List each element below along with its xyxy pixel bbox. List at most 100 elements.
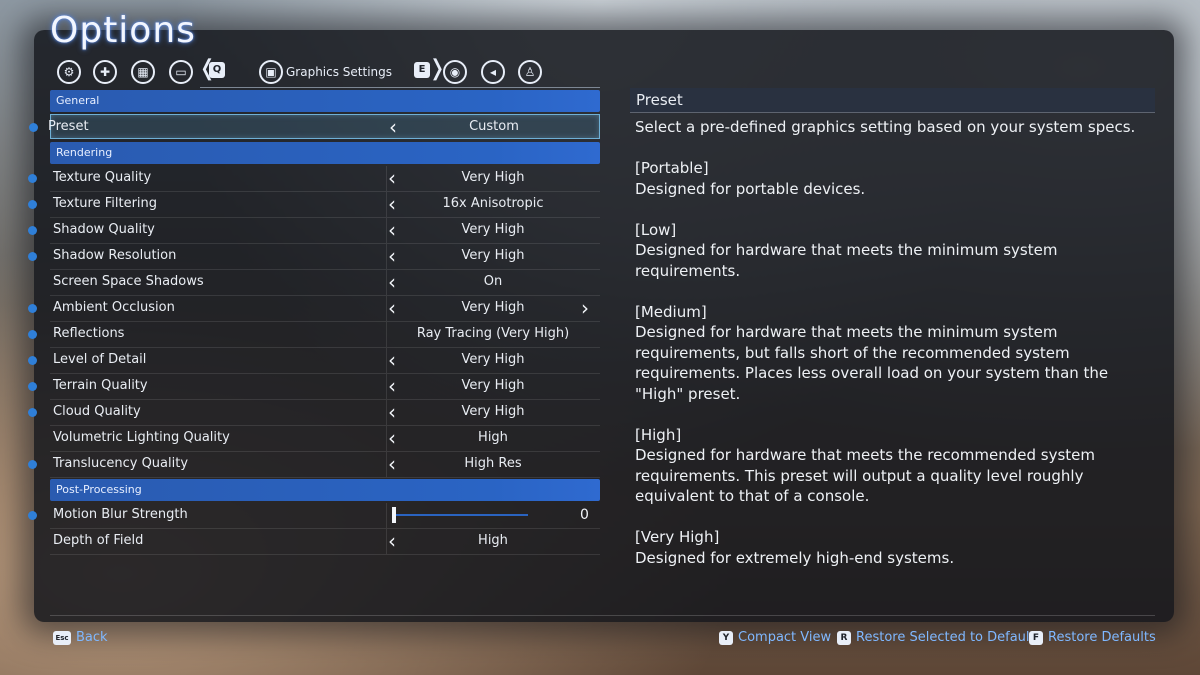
setting-cloud-quality[interactable]: Cloud Quality ‹ Very High	[28, 400, 600, 426]
display-icon[interactable]: ▭	[169, 60, 193, 84]
setting-shadow-resolution[interactable]: Shadow Resolution ‹ Very High	[28, 244, 600, 270]
description-intro: Select a pre-defined graphics setting ba…	[635, 118, 1136, 136]
chevron-left-icon[interactable]: ‹	[388, 218, 396, 242]
setting-value: High Res	[464, 456, 522, 471]
setting-preset[interactable]: Preset ‹ Custom	[29, 114, 600, 139]
accessibility-icon[interactable]: ♙	[518, 60, 542, 84]
indicator-dot	[28, 252, 37, 261]
esc-key-icon: Esc	[53, 631, 71, 645]
setting-label: Preset	[48, 119, 89, 134]
setting-value: High	[478, 430, 508, 445]
back-label: Back	[76, 630, 108, 645]
setting-label: Terrain Quality	[53, 378, 148, 393]
indicator-dot	[28, 511, 37, 520]
footer-divider	[50, 615, 1155, 616]
description-high: [High] Designed for hardware that meets …	[635, 425, 1155, 507]
setting-texture-filtering[interactable]: Texture Filtering ‹ 16x Anisotropic	[28, 192, 600, 218]
description-portable-text: Designed for portable devices.	[635, 179, 866, 198]
setting-value: Very High	[461, 378, 525, 393]
keyboard-icon[interactable]: ▦	[131, 60, 155, 84]
description-low: [Low] Designed for hardware that meets t…	[635, 220, 1155, 282]
setting-terrain-quality[interactable]: Terrain Quality ‹ Very High	[28, 374, 600, 400]
setting-translucency-quality[interactable]: Translucency Quality ‹ High Res	[28, 452, 600, 478]
tab-graphics-settings[interactable]: Graphics Settings	[286, 65, 392, 79]
chevron-left-icon[interactable]: ‹	[389, 115, 397, 139]
back-button[interactable]: Esc Back	[53, 630, 108, 645]
description-medium: [Medium] Designed for hardware that meet…	[635, 302, 1155, 405]
divider	[386, 270, 387, 295]
chevron-left-icon[interactable]: ‹	[388, 296, 396, 320]
chevron-left-icon[interactable]: ‹	[388, 452, 396, 476]
description-high-text: Designed for hardware that meets the rec…	[635, 446, 1095, 505]
setting-texture-quality[interactable]: Texture Quality ‹ Very High	[28, 166, 600, 192]
description-high-head: [High]	[635, 425, 682, 444]
description-medium-head: [Medium]	[635, 302, 707, 321]
compact-view-button[interactable]: Y Compact View	[719, 630, 831, 645]
gear-icon[interactable]: ⚙	[57, 60, 81, 84]
setting-shadow-quality[interactable]: Shadow Quality ‹ Very High	[28, 218, 600, 244]
setting-volumetric-lighting-quality[interactable]: Volumetric Lighting Quality ‹ High	[50, 426, 600, 452]
divider	[386, 244, 387, 269]
description-pane: Preset Select a pre-defined graphics set…	[630, 88, 1155, 589]
description-low-text: Designed for hardware that meets the min…	[635, 241, 1058, 280]
chevron-left-icon[interactable]: ‹	[388, 400, 396, 424]
slider-value: 0	[580, 507, 589, 523]
description-very-high-text: Designed for extremely high-end systems.	[635, 548, 955, 567]
setting-value: Ray Tracing (Very High)	[416, 326, 570, 341]
setting-value: Very High	[461, 300, 525, 315]
divider	[386, 296, 387, 321]
indicator-dot	[28, 356, 37, 365]
setting-label: Texture Quality	[53, 170, 152, 185]
indicator-dot	[28, 408, 37, 417]
setting-value: On	[483, 274, 503, 289]
chevron-left-icon[interactable]: ‹	[388, 192, 396, 216]
divider	[386, 218, 387, 243]
chevron-left-icon[interactable]: ‹	[388, 166, 396, 190]
restore-defaults-button[interactable]: F Restore Defaults	[1029, 630, 1156, 645]
slider-handle[interactable]	[392, 507, 396, 523]
indicator-dot	[28, 304, 37, 313]
f-key-icon: F	[1029, 631, 1043, 645]
section-header-rendering: Rendering	[50, 142, 600, 164]
setting-depth-of-field[interactable]: Depth of Field ‹ High	[50, 529, 600, 555]
interface-icon[interactable]: ◉	[443, 60, 467, 84]
setting-motion-blur-strength[interactable]: Motion Blur Strength 0	[28, 503, 600, 529]
chevron-left-icon[interactable]: ‹	[388, 244, 396, 268]
description-medium-text: Designed for hardware that meets the min…	[635, 323, 1109, 403]
restore-selected-button[interactable]: R Restore Selected to Default	[837, 630, 1035, 645]
setting-value: Very High	[461, 222, 525, 237]
audio-icon[interactable]: ◂	[481, 60, 505, 84]
slider-track[interactable]	[394, 514, 528, 516]
setting-value: Very High	[461, 248, 525, 263]
chevron-right-icon[interactable]: ›	[581, 296, 589, 320]
indicator-dot	[28, 174, 37, 183]
chevron-left-icon[interactable]: ‹	[388, 529, 396, 553]
gamepad-icon[interactable]: ✚	[93, 60, 117, 84]
setting-value: Very High	[461, 404, 525, 419]
setting-level-of-detail[interactable]: Level of Detail ‹ Very High	[28, 348, 600, 374]
setting-label: Reflections	[53, 326, 125, 341]
restore-defaults-label: Restore Defaults	[1048, 630, 1156, 645]
divider	[386, 374, 387, 399]
setting-label: Shadow Quality	[53, 222, 155, 237]
section-header-post-processing: Post-Processing	[50, 479, 600, 501]
chevron-left-icon[interactable]: ‹	[388, 270, 396, 294]
setting-ambient-occlusion[interactable]: Ambient Occlusion ‹ Very High ›	[28, 296, 600, 322]
prev-tab-key[interactable]: Q	[209, 62, 225, 78]
description-portable-head: [Portable]	[635, 159, 709, 177]
chevron-left-icon[interactable]: ‹	[388, 374, 396, 398]
chevron-left-icon[interactable]: ‹	[388, 348, 396, 372]
indicator-dot	[29, 123, 38, 132]
description-title: Preset	[630, 88, 1155, 113]
setting-label: Ambient Occlusion	[53, 300, 175, 315]
divider	[386, 348, 387, 373]
setting-value: Custom	[469, 119, 519, 134]
chevron-left-icon[interactable]: ‹	[388, 426, 396, 450]
divider	[386, 400, 387, 425]
description-portable: [Portable] Designed for portable devices…	[635, 158, 1155, 199]
setting-screen-space-shadows[interactable]: Screen Space Shadows ‹ On	[50, 270, 600, 296]
setting-reflections[interactable]: Reflections Ray Tracing (Very High)	[28, 322, 600, 348]
indicator-dot	[28, 382, 37, 391]
setting-value: Very High	[461, 170, 525, 185]
graphics-icon[interactable]: ▣	[259, 60, 283, 84]
